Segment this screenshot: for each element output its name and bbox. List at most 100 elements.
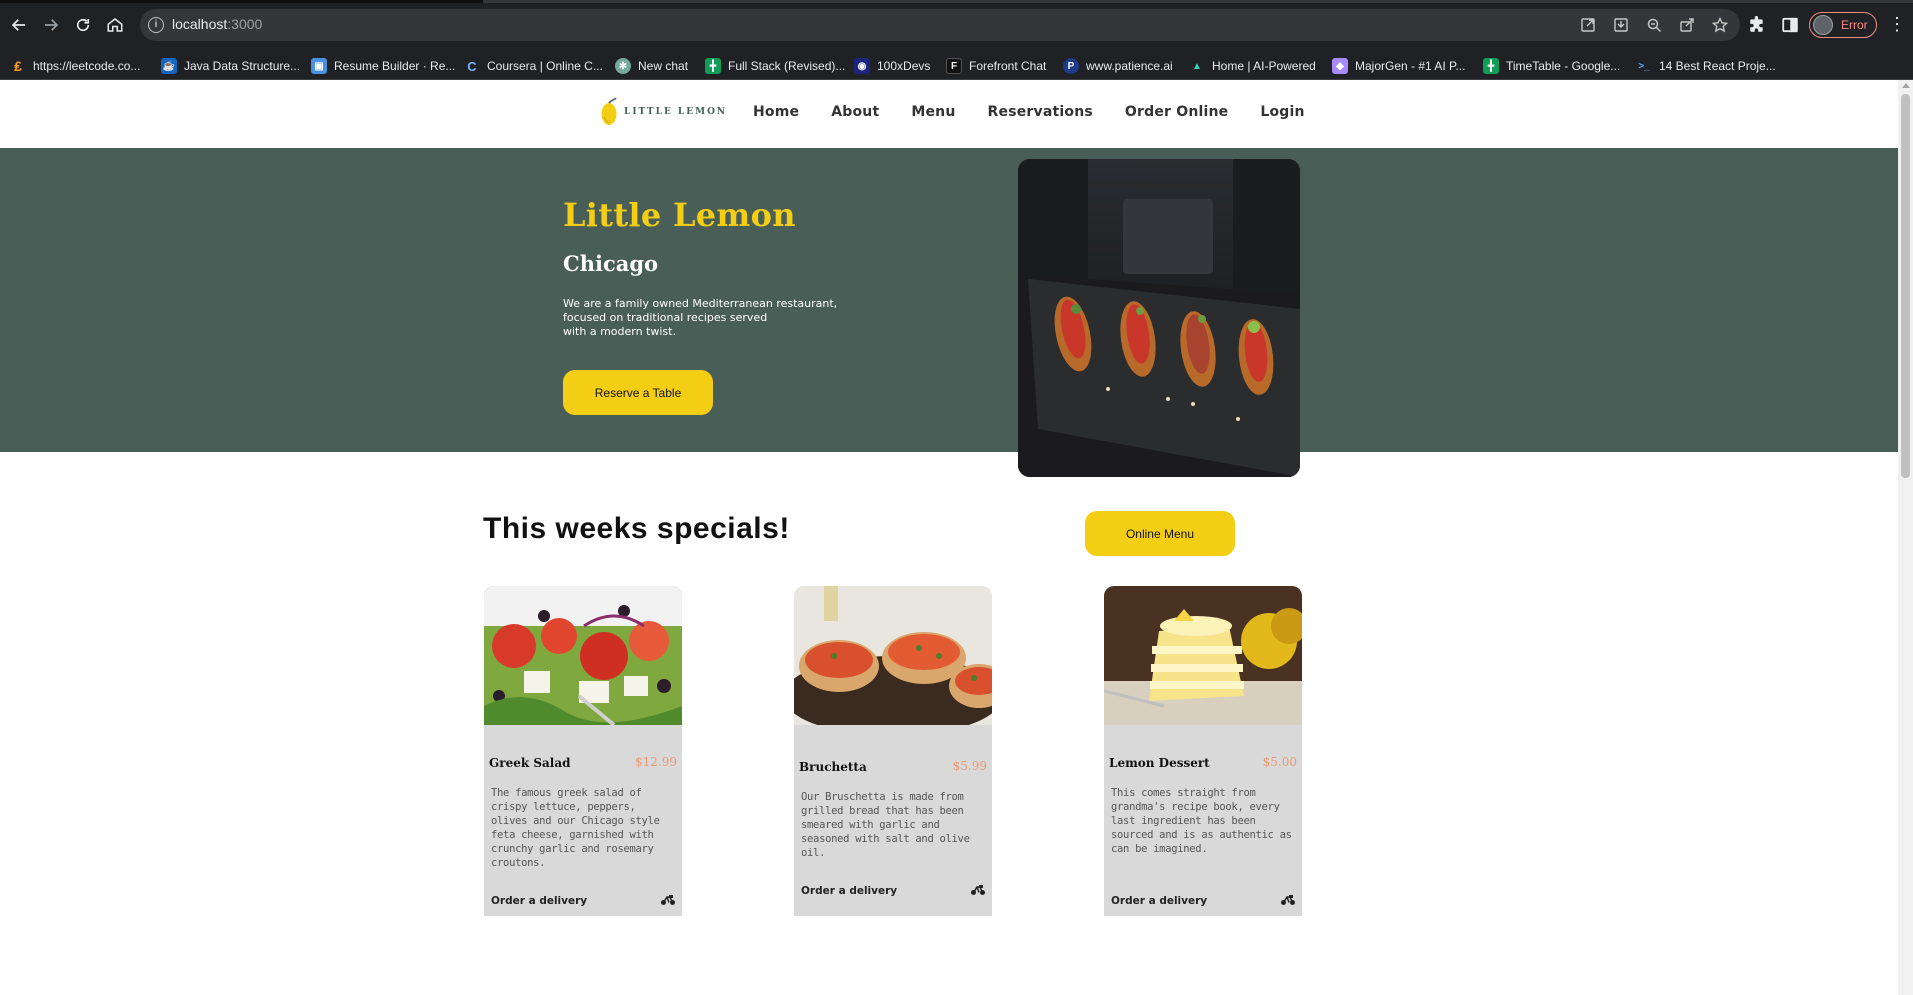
bookmark-label: 100xDevs xyxy=(877,59,931,73)
bookmark-item[interactable]: ▣ Resume Builder · Re... xyxy=(311,57,455,75)
hero-description-line: We are a family owned Mediterranean rest… xyxy=(563,297,838,310)
card-price: $5.99 xyxy=(952,759,987,773)
home-icon[interactable] xyxy=(102,12,128,38)
side-panel-icon[interactable] xyxy=(1779,14,1801,36)
active-tab-indicator xyxy=(483,0,1913,3)
devs-icon: ◉ xyxy=(854,58,870,74)
bookmark-label: Java Data Structure... xyxy=(184,59,301,73)
home-ai-icon: ▲ xyxy=(1189,58,1205,74)
nav-reservations[interactable]: Reservations xyxy=(988,104,1093,120)
bookmark-item[interactable]: F Forefront Chat xyxy=(946,57,1046,75)
card-title: Bruchetta xyxy=(799,760,867,774)
chatgpt-icon: ✻ xyxy=(615,58,631,74)
bookmark-label: 14 Best React Proje... xyxy=(1659,59,1776,73)
reload-icon[interactable] xyxy=(70,12,96,38)
nav-home[interactable]: Home xyxy=(753,104,799,120)
special-card-bruchetta[interactable]: Bruchetta $5.99 Our Bruschetta is made f… xyxy=(794,586,992,916)
hero-subtitle: Chicago xyxy=(563,251,659,276)
profile-status-text: Error xyxy=(1841,18,1868,32)
bookmark-label: Coursera | Online C... xyxy=(487,59,603,73)
online-menu-button[interactable]: Online Menu xyxy=(1085,511,1235,556)
special-card-greek-salad[interactable]: Greek Salad $12.99 The famous greek sala… xyxy=(484,586,682,916)
lemon-dessert-image xyxy=(1104,586,1302,725)
zoom-icon[interactable] xyxy=(1643,14,1665,36)
bookmark-label: TimeTable - Google... xyxy=(1506,59,1621,73)
bookmark-item[interactable]: ▲ Home | AI-Powered xyxy=(1189,57,1316,75)
card-description: The famous greek salad of crispy lettuce… xyxy=(491,787,660,869)
nav-order-online[interactable]: Order Online xyxy=(1125,104,1228,120)
url-host: localhost xyxy=(172,16,228,32)
bookmark-item[interactable]: ₤ https://leetcode.co... xyxy=(10,57,140,75)
scrollbar-thumb[interactable] xyxy=(1901,94,1910,478)
order-delivery-link[interactable]: Order a delivery xyxy=(491,895,587,907)
hero-title: Little Lemon xyxy=(563,196,796,234)
reserve-table-button[interactable]: Reserve a Table xyxy=(563,370,713,415)
main-nav: Home About Menu Reservations Order Onlin… xyxy=(753,104,1337,120)
site-info-icon[interactable]: i xyxy=(148,17,164,33)
card-description: Our Bruschetta is made from grilled brea… xyxy=(801,791,970,859)
bookmark-item[interactable]: Pwww.patience.ai xyxy=(1063,57,1173,75)
hero-description-line: focused on traditional recipes served xyxy=(563,311,768,324)
bookmark-item[interactable]: ╋ TimeTable - Google... xyxy=(1483,57,1620,75)
share-icon[interactable] xyxy=(1676,14,1698,36)
bookmark-item[interactable]: ◆ MajorGen - #1 AI P... xyxy=(1332,57,1466,75)
tab-strip xyxy=(0,0,1913,3)
specials-title: This weeks specials! xyxy=(483,512,790,545)
page-viewport: LITTLE LEMON Home About Menu Reservation… xyxy=(0,80,1898,995)
bookmark-label: Full Stack (Revised)... xyxy=(728,59,846,73)
page-scrollbar[interactable] xyxy=(1898,80,1913,995)
bookmark-item[interactable]: ╋ Full Stack (Revised)... xyxy=(705,57,845,75)
coursera-icon: C xyxy=(464,58,480,74)
resume-icon: ▣ xyxy=(311,58,327,74)
hero-food-image xyxy=(1018,159,1300,477)
hero-section: Little Lemon Chicago We are a family own… xyxy=(0,148,1898,452)
forward-icon[interactable] xyxy=(38,12,64,38)
bookmark-label: New chat xyxy=(638,59,689,73)
bookmark-star-icon[interactable] xyxy=(1709,14,1731,36)
hero-description: We are a family owned Mediterranean rest… xyxy=(563,297,853,339)
bookmarks-bar: ₤ https://leetcode.co... ☕ Java Data Struc… xyxy=(0,50,1913,80)
browser-toolbar: i localhost:3000 Error ⋮ xyxy=(0,0,1913,50)
card-price: $12.99 xyxy=(635,755,677,769)
address-bar[interactable]: i localhost:3000 xyxy=(140,9,1740,41)
extensions-puzzle-icon[interactable] xyxy=(1746,14,1768,36)
url-text[interactable]: localhost:3000 xyxy=(172,16,262,32)
url-port: :3000 xyxy=(227,16,263,32)
browser-menu-icon[interactable]: ⋮ xyxy=(1888,15,1906,35)
install-icon[interactable] xyxy=(1610,14,1632,36)
greek-salad-image xyxy=(484,586,682,725)
nav-login[interactable]: Login xyxy=(1260,104,1304,120)
special-card-lemon-dessert[interactable]: Lemon Dessert $5.00 This comes straight … xyxy=(1104,586,1302,916)
open-in-app-icon[interactable] xyxy=(1577,14,1599,36)
profile-button[interactable]: Error xyxy=(1809,12,1877,38)
bookmark-item[interactable]: ◉ 100xDevs xyxy=(854,57,930,75)
lemon-logo-icon xyxy=(601,97,617,125)
nav-menu[interactable]: Menu xyxy=(911,104,955,120)
delivery-bike-icon[interactable] xyxy=(970,884,986,896)
order-delivery-link[interactable]: Order a delivery xyxy=(801,885,897,897)
nav-about[interactable]: About xyxy=(831,104,879,120)
order-delivery-link[interactable]: Order a delivery xyxy=(1111,895,1207,907)
scroll-up-arrow-icon[interactable] xyxy=(1902,83,1910,88)
bookmark-label: Forefront Chat xyxy=(969,59,1047,73)
delivery-bike-icon[interactable] xyxy=(660,894,676,906)
card-description: This comes straight from grandma's recip… xyxy=(1111,787,1292,855)
bookmark-label: Resume Builder · Re... xyxy=(334,59,456,73)
card-title: Lemon Dessert xyxy=(1109,756,1210,770)
bookmark-item[interactable]: >_ 14 Best React Proje... xyxy=(1636,57,1776,75)
bookmark-item[interactable]: ☕ Java Data Structure... xyxy=(161,57,300,75)
patience-icon: P xyxy=(1063,58,1079,74)
leetcode-icon: ₤ xyxy=(10,58,26,74)
bookmark-label: https://leetcode.co... xyxy=(33,59,141,73)
delivery-bike-icon[interactable] xyxy=(1280,894,1296,906)
bookmark-label: MajorGen - #1 AI P... xyxy=(1355,59,1466,73)
back-icon[interactable] xyxy=(6,12,32,38)
bookmark-item[interactable]: ✻ New chat xyxy=(615,57,688,75)
site-logo[interactable]: LITTLE LEMON xyxy=(600,97,727,127)
hero-description-line: with a modern twist. xyxy=(563,325,676,338)
sheets-icon: ╋ xyxy=(1483,58,1499,74)
logo-text: LITTLE LEMON xyxy=(624,107,728,117)
card-title: Greek Salad xyxy=(489,756,571,770)
bookmark-item[interactable]: C Coursera | Online C... xyxy=(464,57,603,75)
bruchetta-image xyxy=(794,586,992,725)
